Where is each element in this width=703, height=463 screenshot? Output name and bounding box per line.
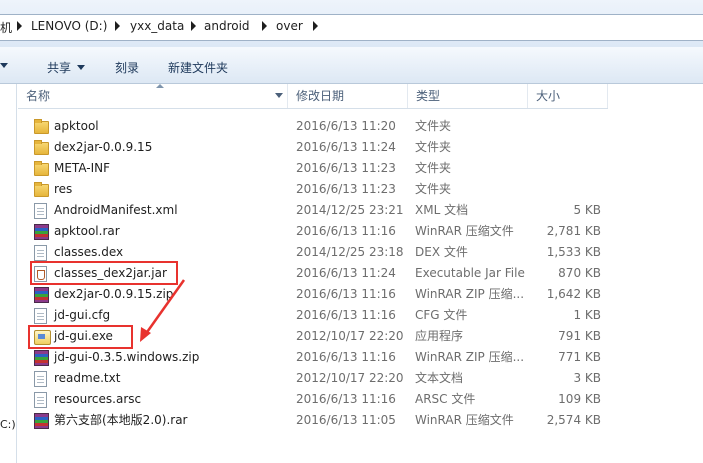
annotation-arrow-icon xyxy=(140,279,186,342)
